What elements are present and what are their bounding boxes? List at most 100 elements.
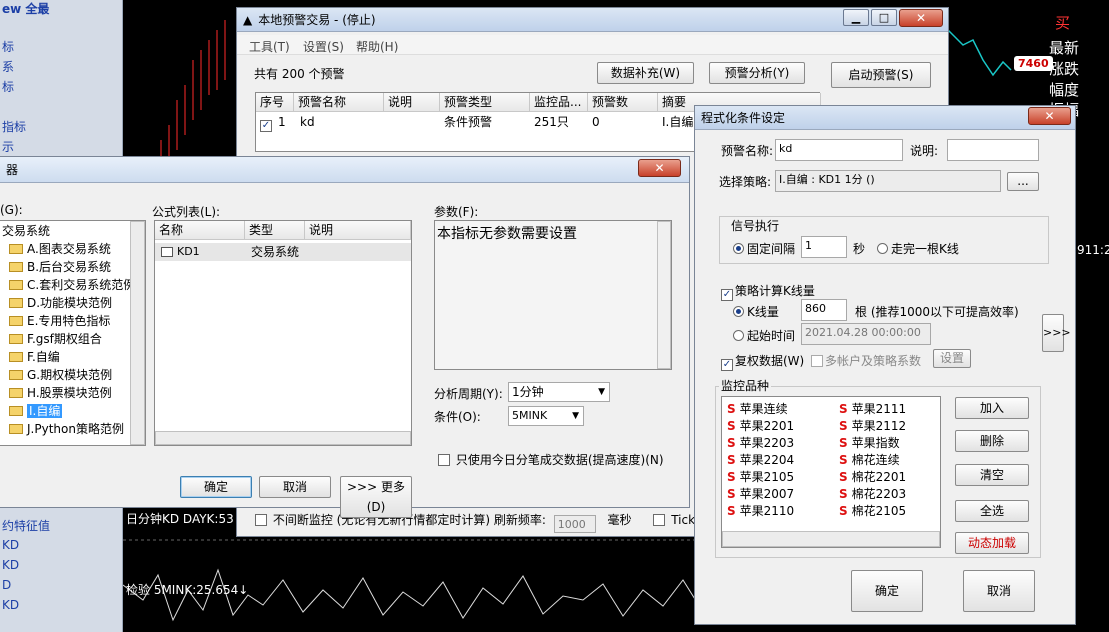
row-checkbox[interactable]: ✓	[260, 120, 272, 132]
tree-item[interactable]: C.套利交易系统范例	[9, 276, 135, 294]
monitor-hscroll[interactable]	[722, 531, 940, 547]
col-header-name[interactable]: 预警名称	[294, 93, 384, 112]
warning-analysis-button[interactable]: 预警分析(Y)	[709, 62, 805, 84]
start-time-radio[interactable]	[733, 330, 744, 341]
col-header-type[interactable]: 类型	[245, 221, 305, 240]
nav-item[interactable]: 约特征值	[2, 517, 50, 534]
ok-button[interactable]: 确定	[180, 476, 252, 498]
col-header-index[interactable]: 序号	[256, 93, 294, 112]
bars-option[interactable]: K线量	[733, 303, 779, 320]
list-item[interactable]: S 棉花2203	[839, 485, 906, 502]
cancel-button[interactable]: 取消	[259, 476, 331, 498]
col-header-desc[interactable]: 说明	[384, 93, 440, 112]
add-button[interactable]: 加入	[955, 397, 1029, 419]
remove-button[interactable]: 删除	[955, 430, 1029, 452]
nav-item[interactable]: 示	[2, 138, 14, 155]
multi-account-option[interactable]: 多帐户及策略系数	[811, 352, 921, 369]
col-header-count[interactable]: 预警数	[588, 93, 658, 112]
tree-item[interactable]: J.Python策略范例	[9, 420, 124, 438]
list-item[interactable]: S 苹果2007	[727, 485, 794, 502]
multi-account-checkbox[interactable]	[811, 355, 823, 367]
nav-item[interactable]: 标	[2, 38, 14, 55]
tree-item[interactable]: D.功能模块范例	[9, 294, 112, 312]
today-only-checkbox[interactable]	[438, 454, 450, 466]
menu-tools[interactable]: 工具(T)	[249, 38, 290, 55]
tree-vscroll[interactable]	[130, 221, 145, 445]
nav-item[interactable]: 系	[2, 58, 14, 75]
settings-button[interactable]: 设置	[933, 349, 971, 368]
col-header-monitor[interactable]: 监控品...	[530, 93, 588, 112]
warning-name-input[interactable]: kd	[775, 139, 903, 161]
dynamic-load-button[interactable]: 动态加载	[955, 532, 1029, 554]
refresh-rate-input[interactable]: 1000	[553, 515, 596, 533]
list-item[interactable]: S 苹果指数	[839, 434, 900, 451]
tree-item[interactable]: B.后台交易系统	[9, 258, 111, 276]
clear-button[interactable]: 清空	[955, 464, 1029, 486]
browse-button[interactable]: ...	[1007, 172, 1039, 191]
tree-item[interactable]: H.股票模块范例	[9, 384, 112, 402]
col-header-type[interactable]: 预警类型	[440, 93, 530, 112]
list-item[interactable]: S 苹果2203	[727, 434, 794, 451]
expand-button[interactable]: >>>	[1042, 314, 1071, 352]
col-header-desc[interactable]: 说明	[305, 221, 411, 240]
data-supplement-button[interactable]: 数据补充(W)	[597, 62, 694, 84]
tree-item[interactable]: E.专用特色指标	[9, 312, 110, 330]
params-vscroll[interactable]	[657, 221, 671, 369]
interval-input[interactable]: 1	[801, 236, 847, 258]
close-button[interactable]: ✕	[638, 159, 681, 177]
list-item[interactable]: S 苹果连续	[727, 400, 788, 417]
strategy-input[interactable]: I.自编 : KD1 1分 ()	[775, 170, 1001, 192]
nav-item[interactable]: ew 全最	[2, 0, 49, 17]
list-item[interactable]: S 棉花2105	[839, 502, 906, 519]
continuous-monitor-checkbox[interactable]	[255, 514, 267, 526]
tree-item[interactable]: A.图表交易系统	[9, 240, 111, 258]
start-time-option[interactable]: 起始时间	[733, 327, 795, 344]
close-button[interactable]: ✕	[1028, 107, 1071, 125]
tree-item[interactable]: 交易系统	[2, 222, 50, 240]
list-item[interactable]: S 苹果2204	[727, 451, 794, 468]
desc-input[interactable]	[947, 139, 1039, 161]
tree-item[interactable]: G.期权模块范例	[9, 366, 112, 384]
list-item[interactable]: S 苹果2112	[839, 417, 906, 434]
tree-item-selected[interactable]: I.自编	[9, 402, 63, 420]
nav-item[interactable]: 标	[2, 78, 14, 95]
list-item[interactable]: S 苹果2111	[839, 400, 906, 417]
cancel-button[interactable]: 取消	[963, 570, 1035, 612]
period-select[interactable]: 1分钟 ▼	[508, 382, 610, 402]
nav-item[interactable]: D	[2, 578, 11, 592]
select-all-button[interactable]: 全选	[955, 500, 1029, 522]
list-item[interactable]: S 苹果2110	[727, 502, 794, 519]
menu-settings[interactable]: 设置(S)	[303, 38, 344, 55]
list-item[interactable]: KD1 交易系统	[155, 243, 411, 261]
calc-bars-checkbox[interactable]: ✓	[721, 289, 733, 301]
list-item[interactable]: S 棉花2201	[839, 468, 906, 485]
menu-help[interactable]: 帮助(H)	[356, 38, 398, 55]
list-item[interactable]: S 棉花连续	[839, 451, 900, 468]
restore-option[interactable]: ✓ 复权数据(W)	[721, 352, 804, 371]
today-only-option[interactable]: 只使用今日分笔成交数据(提高速度)(N)	[438, 451, 664, 468]
col-header-name[interactable]: 名称	[155, 221, 245, 240]
tick-checkbox[interactable]	[653, 514, 666, 526]
fixed-interval-option[interactable]: 固定间隔	[733, 240, 795, 257]
list-item[interactable]: S 苹果2105	[727, 468, 794, 485]
nav-item[interactable]: KD	[2, 558, 19, 572]
ok-button[interactable]: 确定	[851, 570, 923, 612]
start-time-input[interactable]: 2021.04.28 00:00:00	[801, 323, 931, 345]
nav-item[interactable]: 指标	[2, 118, 26, 135]
tree-item[interactable]: F.gsf期权组合	[9, 330, 102, 348]
list-item[interactable]: S 苹果2201	[727, 417, 794, 434]
minimize-button[interactable]: ▁	[843, 9, 869, 26]
buy-label[interactable]: 买	[1055, 12, 1070, 33]
close-button[interactable]: ✕	[899, 9, 943, 27]
condition-select[interactable]: 5MINK ▼	[508, 406, 584, 426]
nav-item[interactable]: KD	[2, 538, 19, 552]
after-bar-option[interactable]: 走完一根K线	[877, 240, 959, 257]
after-bar-radio[interactable]	[877, 243, 888, 254]
nav-item[interactable]: KD	[2, 598, 19, 612]
fixed-interval-radio[interactable]	[733, 243, 744, 254]
start-warning-button[interactable]: 启动预警(S)	[831, 62, 931, 88]
bars-input[interactable]: 860	[801, 299, 847, 321]
tree-item[interactable]: F.自编	[9, 348, 60, 366]
restore-checkbox[interactable]: ✓	[721, 359, 733, 371]
maximize-button[interactable]: □	[871, 9, 897, 26]
